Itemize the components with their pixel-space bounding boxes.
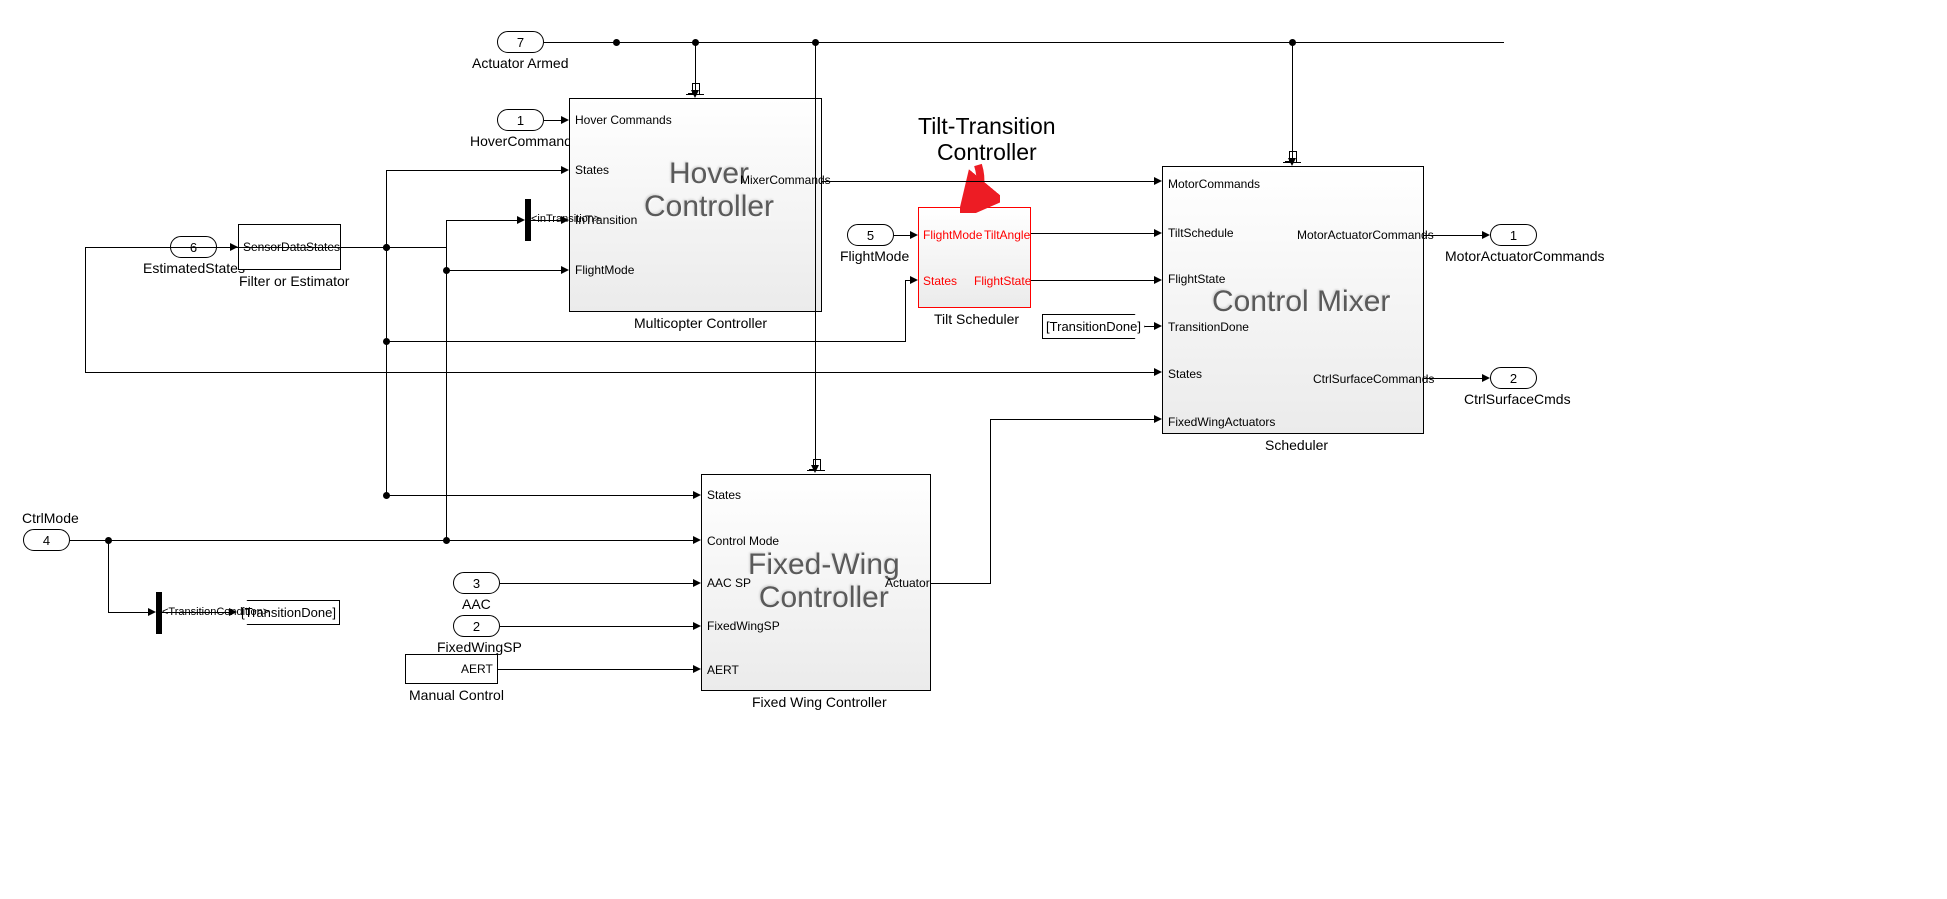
inport-4-label: CtrlMode (22, 510, 79, 526)
inport-2-num: 2 (473, 619, 480, 634)
inport-5-label: FlightMode (840, 248, 909, 264)
inport-1[interactable]: 1 (497, 109, 544, 131)
from-transitiondone[interactable]: [TransitionDone] (1042, 314, 1145, 339)
fw-big: Fixed-WingController (748, 548, 900, 614)
outport-1[interactable]: 1 (1490, 224, 1537, 246)
fw-in2: Control Mode (707, 534, 779, 548)
inport-7-label: Actuator Armed (472, 55, 569, 71)
hover-in4: FlightMode (575, 263, 634, 277)
mixer-in2: TiltSchedule (1168, 226, 1234, 240)
fw-out1: Actuator (885, 576, 930, 590)
inport-3-label: AAC (462, 596, 491, 612)
tilt-out2: FlightState (974, 274, 1031, 288)
red-arrow-icon (960, 163, 1000, 213)
inport-1-num: 1 (517, 113, 524, 128)
hover-in2: States (575, 163, 609, 177)
inport-4[interactable]: 4 (23, 529, 70, 551)
inport-5-num: 5 (867, 228, 874, 243)
tilt-title: Tilt Scheduler (934, 311, 1019, 327)
fw-in3: AAC SP (707, 576, 751, 590)
outport-2-num: 2 (1510, 371, 1517, 386)
tilt-in2: States (923, 274, 957, 288)
mixer-out2: CtrlSurfaceCommands (1313, 372, 1434, 386)
simulink-canvas[interactable]: 7 Actuator Armed 1 HoverCommands 6 Estim… (0, 0, 1947, 899)
mixer-title: Scheduler (1265, 437, 1328, 453)
hover-big: HoverController (644, 157, 774, 223)
mixer-big: Control Mixer (1212, 285, 1390, 319)
inport-6-label: EstimatedStates (143, 260, 245, 276)
inport-7-num: 7 (517, 35, 524, 50)
outport-1-num: 1 (1510, 228, 1517, 243)
outport-2-label: CtrlSurfaceCmds (1464, 391, 1571, 407)
hover-out1: MixerCommands (740, 173, 831, 187)
mixer-in4: TransitionDone (1168, 320, 1249, 334)
manual-title: Manual Control (409, 687, 504, 703)
inport-1-label: HoverCommands (470, 133, 579, 149)
mixer-in3: FlightState (1168, 272, 1225, 286)
fw-title: Fixed Wing Controller (752, 694, 887, 710)
inport-3[interactable]: 3 (453, 572, 500, 594)
mixer-in5: States (1168, 367, 1202, 381)
inport-7[interactable]: 7 (497, 31, 544, 53)
fw-in5: AERT (707, 663, 739, 677)
inport-4-num: 4 (43, 533, 50, 548)
tilt-out1: TiltAngle (984, 228, 1030, 242)
manual-out: AERT (461, 662, 493, 676)
outport-1-label: MotorActuatorCommands (1445, 248, 1605, 264)
mixer-out1: MotorActuatorCommands (1297, 228, 1434, 242)
fw-in1: States (707, 488, 741, 502)
annotation-tilt: Tilt-TransitionController (918, 113, 1056, 166)
inport-3-num: 3 (473, 576, 480, 591)
fw-in4: FixedWingSP (707, 619, 780, 633)
tilt-in1: FlightMode (923, 228, 982, 242)
mixer-in6: FixedWingActuators (1168, 415, 1275, 429)
filter-title: Filter or Estimator (239, 273, 349, 289)
outport-2[interactable]: 2 (1490, 367, 1537, 389)
inport-2[interactable]: 2 (453, 615, 500, 637)
block-tilt[interactable] (918, 207, 1031, 308)
inport-2-label: FixedWingSP (437, 639, 522, 655)
inport-5[interactable]: 5 (847, 224, 894, 246)
hover-in1: Hover Commands (575, 113, 672, 127)
hover-title: Multicopter Controller (634, 315, 767, 331)
mixer-in1: MotorCommands (1168, 177, 1260, 191)
from-label: [TransitionDone] (1046, 319, 1141, 334)
